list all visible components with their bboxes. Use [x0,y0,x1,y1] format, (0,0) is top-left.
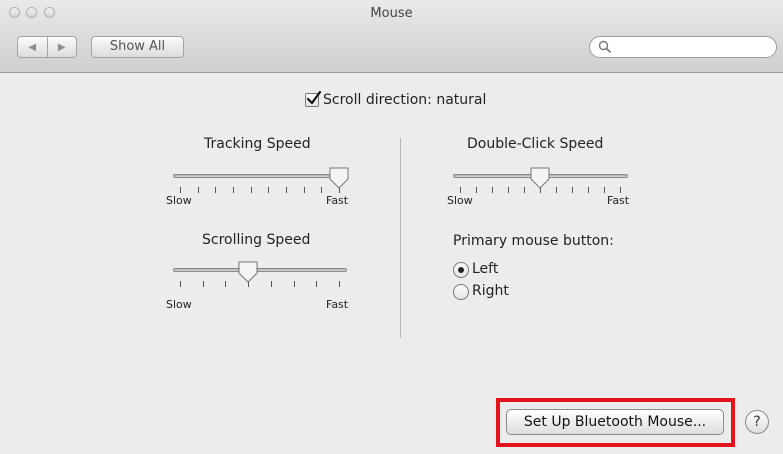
slider-tick [508,187,509,193]
double-click-speed-max-label: Fast [607,194,630,207]
scrolling-speed-slider[interactable] [173,268,347,272]
radio-left-label[interactable]: Left [472,261,498,277]
slider-tick [198,187,199,193]
slider-tick [620,187,621,193]
radio-right-label[interactable]: Right [472,283,509,299]
column-divider [400,138,401,338]
slider-tick [203,281,204,287]
scrolling-speed-max-label: Fast [326,298,349,311]
slider-tick [339,281,340,287]
double-click-speed-title: Double-Click Speed [467,136,604,152]
preferences-content: Scroll direction: natural Tracking Speed… [0,73,783,454]
forward-arrow-icon: ▶ [57,41,66,53]
mouse-preferences-window: Mouse ◀ ▶ Show All Scroll direction: nat… [0,0,783,454]
tracking-speed-slider[interactable] [173,174,347,178]
slider-tick [304,187,305,193]
slider-tick [294,281,295,287]
tracking-speed-max-label: Fast [326,194,349,207]
tracking-speed-min-label: Slow [166,194,192,207]
toolbar: Mouse ◀ ▶ Show All [0,0,783,73]
scroll-direction-checkbox[interactable] [305,90,322,107]
search-input[interactable] [616,39,770,57]
help-button[interactable]: ? [745,410,769,434]
checkmark-icon [306,90,322,105]
scrolling-speed-min-label: Slow [166,298,192,311]
slider-tick [492,187,493,193]
slider-tick [286,187,287,193]
tracking-speed-slider-thumb[interactable] [329,167,349,189]
highlight-box [496,398,735,447]
primary-button-title: Primary mouse button: [453,233,614,249]
slider-tick [321,187,322,193]
back-arrow-icon: ◀ [28,41,37,53]
slider-tick [604,187,605,193]
radio-right[interactable] [453,284,469,300]
scrolling-speed-title: Scrolling Speed [202,232,311,248]
slider-tick [180,281,181,287]
slider-tick [476,187,477,193]
tracking-speed-ticks [180,187,340,193]
slider-tick [316,281,317,287]
slider-tick [268,187,269,193]
slider-tick [233,187,234,193]
slider-tick [556,187,557,193]
slider-tick [251,187,252,193]
slider-tick [180,187,181,193]
search-field[interactable] [589,36,777,58]
slider-tick [225,281,226,287]
forward-button[interactable]: ▶ [46,37,77,57]
double-click-speed-slider-thumb[interactable] [530,167,550,189]
slider-tick [215,187,216,193]
radio-selected-dot [458,267,464,273]
slider-tick [588,187,589,193]
scroll-direction-label: Scroll direction: natural [323,92,487,108]
radio-left[interactable] [453,262,469,278]
window-title: Mouse [370,6,413,21]
double-click-speed-min-label: Slow [447,194,473,207]
scrolling-speed-ticks [180,281,340,287]
slider-tick [271,281,272,287]
back-button[interactable]: ◀ [18,37,47,57]
slider-tick [572,187,573,193]
back-forward-group: ◀ ▶ [17,36,77,58]
tracking-speed-title: Tracking Speed [204,136,311,152]
slider-tick [524,187,525,193]
scrolling-speed-slider-thumb[interactable] [238,261,258,283]
show-all-button[interactable]: Show All [91,36,184,58]
slider-tick [460,187,461,193]
search-icon [598,40,612,54]
